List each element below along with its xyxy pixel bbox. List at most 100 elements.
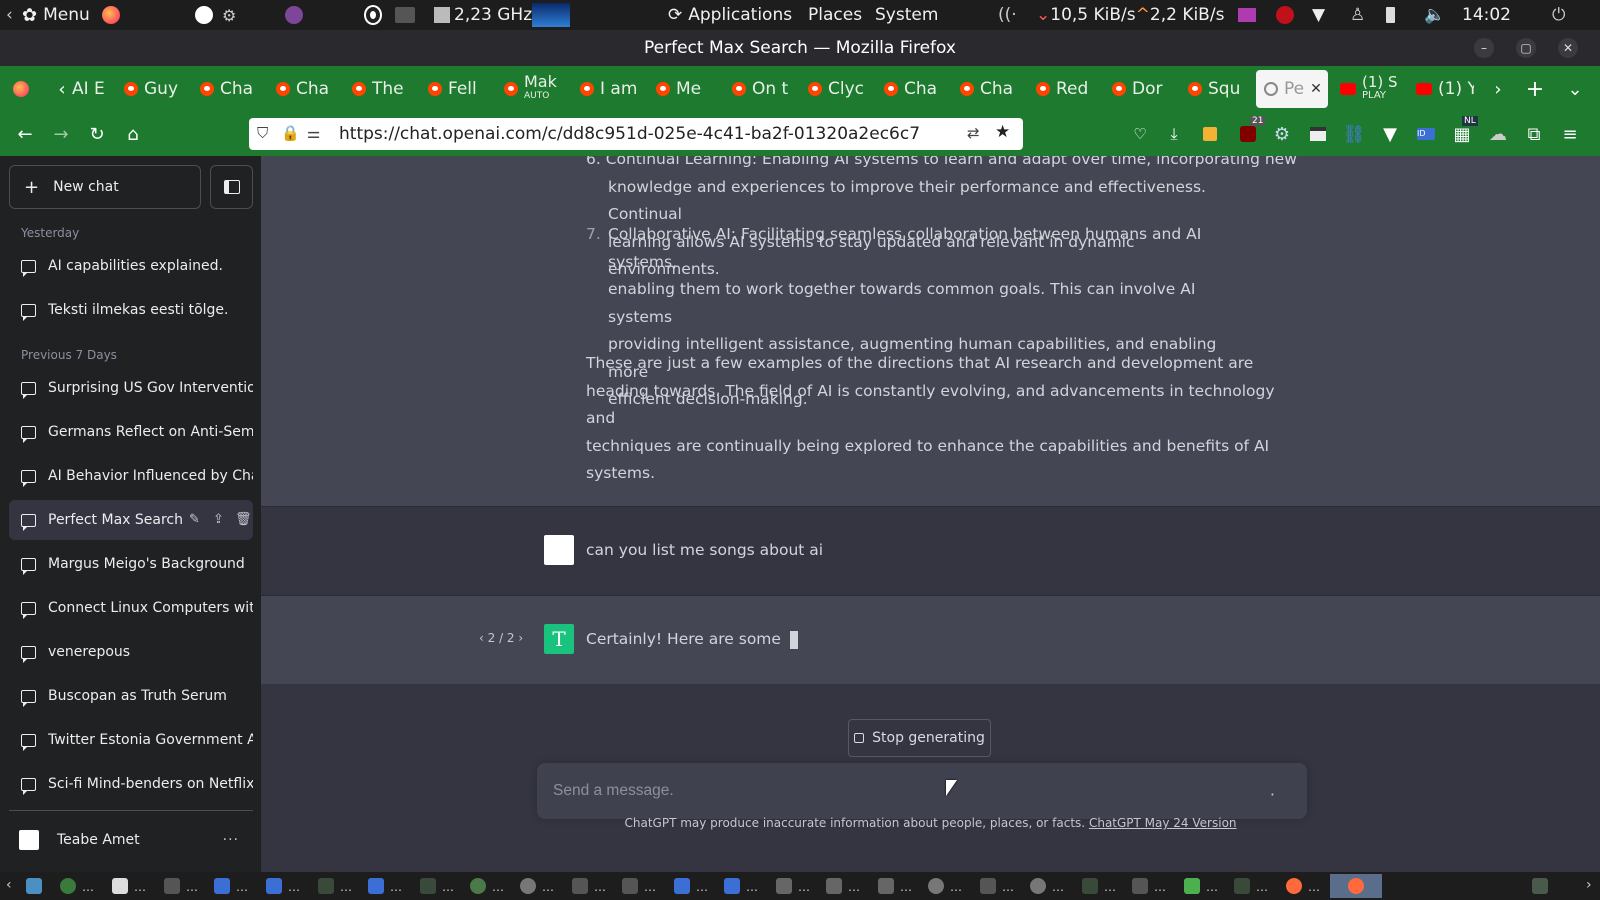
app-menu-button[interactable]: ≡ — [1558, 112, 1582, 156]
firefox-launcher[interactable] — [102, 0, 120, 30]
wifi-indicator[interactable]: ((· — [998, 0, 1017, 30]
version-link[interactable]: ChatGPT May 24 Version — [1089, 816, 1237, 830]
new-tab-button[interactable]: + — [1520, 66, 1550, 112]
settings-launcher[interactable]: ⚙ — [222, 0, 236, 30]
tab-0[interactable]: AI E — [72, 70, 106, 108]
tor-launcher[interactable] — [285, 0, 303, 30]
power-button[interactable]: ⏻ — [1552, 0, 1565, 30]
taskbar-app-4-icon[interactable] — [266, 878, 282, 894]
user-menu-button[interactable]: Teabe Amet ··· — [9, 818, 253, 862]
ext-7[interactable]: ▦ NL — [1450, 112, 1478, 156]
downloads-button[interactable]: ⤓ — [1162, 112, 1186, 156]
chat-item[interactable]: Connect Linux Computers with — [9, 588, 253, 628]
applications-menu[interactable]: ⟳ Applications — [668, 0, 792, 30]
list-all-tabs-button[interactable]: ⌄ — [1560, 66, 1590, 112]
firefox-view-button[interactable] — [8, 66, 34, 112]
delete-icon[interactable]: 🗑 — [235, 512, 252, 527]
tab-14[interactable]: Dor — [1112, 70, 1170, 108]
maximize-button[interactable]: ▢ — [1516, 38, 1536, 58]
taskbar-terminal-icon[interactable] — [164, 878, 180, 894]
ext-4[interactable]: ⛓ — [1342, 112, 1366, 156]
tab-3[interactable]: Cha — [276, 70, 334, 108]
reload-button[interactable]: ↻ — [84, 112, 110, 156]
home-button[interactable]: ⌂ — [120, 112, 146, 156]
taskbar-app-14-icon[interactable] — [1030, 878, 1046, 894]
tray-app-1[interactable] — [1238, 0, 1256, 30]
forward-button[interactable]: → — [48, 112, 74, 156]
lock-icon[interactable]: 🔒 — [281, 124, 300, 142]
tray-app-2[interactable] — [1276, 0, 1294, 30]
taskbar-folder-icon[interactable] — [1234, 878, 1250, 894]
chat-item-active[interactable]: Perfect Max Search ✎ ⇪ 🗑 — [9, 500, 253, 540]
tab-13[interactable]: Red — [1036, 70, 1094, 108]
tab-7[interactable]: I am — [580, 70, 638, 108]
translate-icon[interactable]: ⇄ — [967, 124, 980, 142]
ext-6[interactable]: ID — [1414, 112, 1438, 156]
terminal-launcher[interactable] — [395, 0, 415, 30]
taskbar-app-13-icon[interactable] — [928, 878, 944, 894]
back-button[interactable]: ← — [12, 112, 38, 156]
system-menu[interactable]: System — [875, 0, 938, 30]
chat-item[interactable]: AI Behavior Influenced by Chat — [9, 456, 253, 496]
taskbar-app-1-icon[interactable] — [60, 878, 76, 894]
stop-generating-button[interactable]: Stop generating — [848, 719, 991, 757]
taskbar-left-arrow-icon[interactable]: ‹ — [6, 877, 12, 893]
chat-item[interactable]: Margus Meigo's Background — [9, 544, 253, 584]
tray-network[interactable]: ▼ — [1312, 0, 1325, 30]
ext-1[interactable] — [1198, 112, 1222, 156]
close-window-button[interactable]: ✕ — [1558, 38, 1578, 58]
pocket-button[interactable]: ♡ — [1128, 112, 1152, 156]
tab-16-active[interactable]: Pe ✕ — [1256, 70, 1328, 108]
places-menu[interactable]: Places — [808, 0, 862, 30]
tab-11[interactable]: Cha — [884, 70, 942, 108]
tabs-scroll-left[interactable]: ‹ — [52, 66, 72, 112]
chat-item[interactable]: Teksti ilmekas eesti tõlge. — [9, 290, 253, 330]
taskbar-app-10-icon[interactable] — [776, 878, 792, 894]
new-chat-button[interactable]: + New chat — [9, 165, 201, 209]
taskbar-app-9-icon[interactable] — [724, 878, 740, 894]
tab-close-icon[interactable]: ✕ — [1310, 81, 1322, 97]
chat-item[interactable]: venerepous — [9, 632, 253, 672]
tab-6[interactable]: Mak AUTO — [504, 70, 562, 108]
chat-item[interactable]: Buscopan as Truth Serum — [9, 676, 253, 716]
tab-12[interactable]: Cha — [960, 70, 1018, 108]
taskbar-app-8-icon[interactable] — [674, 878, 690, 894]
pager-next-icon[interactable]: › — [515, 631, 523, 645]
show-desktop-icon[interactable] — [26, 878, 42, 894]
url-text[interactable]: https://chat.openai.com/c/dd8c951d-025e-… — [339, 124, 920, 144]
share-icon[interactable]: ⇪ — [213, 512, 224, 527]
tab-15[interactable]: Squ — [1188, 70, 1246, 108]
ext-8[interactable]: ☁ — [1486, 112, 1510, 156]
taskbar-app-11-icon[interactable] — [826, 878, 842, 894]
permissions-icon[interactable]: ⚌ — [307, 124, 320, 142]
tab-10[interactable]: Clyc — [808, 70, 866, 108]
tray-volume[interactable]: 🔈 — [1424, 0, 1445, 30]
taskbar-app-3-icon[interactable] — [214, 878, 230, 894]
taskbar-app-5-icon[interactable] — [368, 878, 384, 894]
taskbar-firefox-active[interactable] — [1330, 874, 1382, 898]
chat-item[interactable]: Germans Reflect on Anti-Semiti — [9, 412, 253, 452]
url-bar[interactable]: ⛉ 🔒 ⚌ https://chat.openai.com/c/dd8c951d… — [249, 118, 1023, 150]
bookmark-star-icon[interactable]: ★ — [995, 122, 1010, 142]
menu-button[interactable]: ✿ Menu — [22, 0, 90, 30]
tab-1[interactable]: Guy — [124, 70, 182, 108]
taskbar-folder-icon[interactable] — [1082, 878, 1098, 894]
ublock-button[interactable]: 21 — [1234, 112, 1266, 156]
chat-item[interactable]: Twitter Estonia Government Acc — [9, 720, 253, 760]
close-sidebar-button[interactable] — [210, 165, 253, 209]
ext-5[interactable]: ▼ — [1378, 112, 1402, 156]
taskbar-trash-icon[interactable] — [1532, 878, 1548, 894]
taskbar-app-7-icon[interactable] — [520, 878, 536, 894]
message-input[interactable] — [553, 763, 1233, 819]
tab-17[interactable]: (1) S PLAY — [1340, 70, 1398, 108]
tray-battery[interactable] — [1386, 0, 1395, 30]
opera-launcher[interactable] — [366, 0, 380, 30]
taskbar-firefox-icon[interactable] — [1286, 878, 1302, 894]
tabs-scroll-right[interactable]: › — [1486, 66, 1510, 112]
taskbar-app-12-icon[interactable] — [878, 878, 894, 894]
taskbar-terminal-icon[interactable] — [980, 878, 996, 894]
chat-item[interactable]: AI capabilities explained. — [9, 246, 253, 286]
tray-notifications[interactable]: ♙ — [1350, 0, 1365, 30]
tab-9[interactable]: On t — [732, 70, 790, 108]
ext-3[interactable] — [1306, 112, 1330, 156]
